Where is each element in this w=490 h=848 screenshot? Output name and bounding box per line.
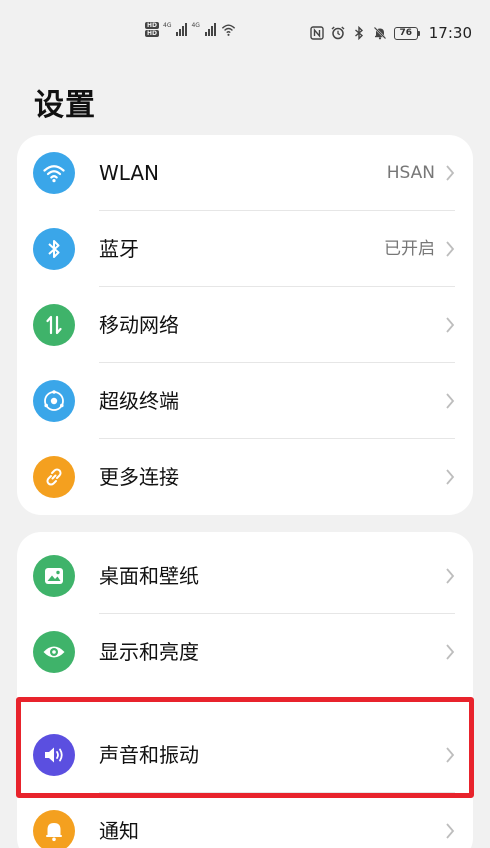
bluetooth-icon [354, 26, 363, 40]
settings-screen: HD HD 4G 4G 76 17:30 设置 WLAN HSAN 蓝牙 已开启… [0, 0, 490, 848]
settings-item-notifications[interactable]: 通知 [17, 793, 473, 848]
network-type-label: 4G [191, 22, 200, 29]
settings-item-home-wallpaper[interactable]: 桌面和壁纸 [17, 538, 473, 614]
bluetooth-icon [33, 228, 75, 270]
settings-item-bluetooth[interactable]: 蓝牙 已开启 [17, 211, 473, 287]
eye-icon [33, 631, 75, 673]
settings-item-label: WLAN [99, 161, 160, 185]
bell-icon [33, 810, 75, 848]
chevron-right-icon [446, 823, 455, 839]
super-device-icon [33, 380, 75, 422]
alarm-icon [331, 26, 345, 40]
link-icon [33, 456, 75, 498]
status-bar: HD HD 4G 4G 76 17:30 [0, 0, 490, 72]
chevron-right-icon [446, 241, 455, 257]
page-title: 设置 [34, 88, 96, 123]
chevron-right-icon [446, 317, 455, 333]
wifi-icon [33, 152, 75, 194]
hd-badge: HD [145, 22, 160, 29]
battery-level: 76 [393, 26, 418, 40]
settings-item-label: 蓝牙 [99, 237, 139, 261]
settings-item-super-device[interactable]: 超级终端 [17, 363, 473, 439]
signal-icon [176, 23, 188, 36]
mute-icon [373, 26, 387, 40]
settings-item-label: 桌面和壁纸 [99, 564, 199, 588]
hd-badges: HD HD [145, 22, 160, 37]
settings-group-connectivity: WLAN HSAN 蓝牙 已开启 移动网络 超级终端 更多连接 [17, 135, 473, 515]
status-bar-network: HD HD 4G 4G [145, 22, 237, 37]
settings-item-display-brightness[interactable]: 显示和亮度 [17, 614, 473, 690]
chevron-right-icon [446, 469, 455, 485]
chevron-right-icon [446, 165, 455, 181]
settings-item-label: 更多连接 [99, 465, 179, 489]
settings-item-label: 通知 [99, 819, 139, 843]
settings-item-wlan[interactable]: WLAN HSAN [17, 135, 473, 211]
settings-item-mobile-network[interactable]: 移动网络 [17, 287, 473, 363]
settings-item-more-connections[interactable]: 更多连接 [17, 439, 473, 515]
mobile-data-icon [33, 304, 75, 346]
settings-item-label: 显示和亮度 [99, 640, 199, 664]
signal-icon [204, 23, 216, 36]
status-bar-system: 76 17:30 [310, 24, 472, 42]
chevron-right-icon [446, 644, 455, 660]
settings-item-label: 移动网络 [99, 313, 179, 337]
wifi-status-icon [221, 23, 236, 36]
chevron-right-icon [446, 568, 455, 584]
nfc-icon [310, 26, 324, 40]
settings-item-value: HSAN [386, 163, 435, 183]
settings-group-device: 桌面和壁纸 显示和亮度 声音和振动 通知 [17, 532, 473, 848]
chevron-right-icon [446, 393, 455, 409]
hd-badge: HD [145, 30, 160, 37]
settings-item-label: 超级终端 [99, 389, 179, 413]
settings-item-value: 已开启 [384, 239, 435, 259]
battery-indicator: 76 [393, 26, 420, 40]
network-type-label: 4G [163, 22, 172, 29]
clock: 17:30 [428, 24, 472, 42]
highlight-box [16, 697, 474, 798]
wallpaper-icon [33, 555, 75, 597]
